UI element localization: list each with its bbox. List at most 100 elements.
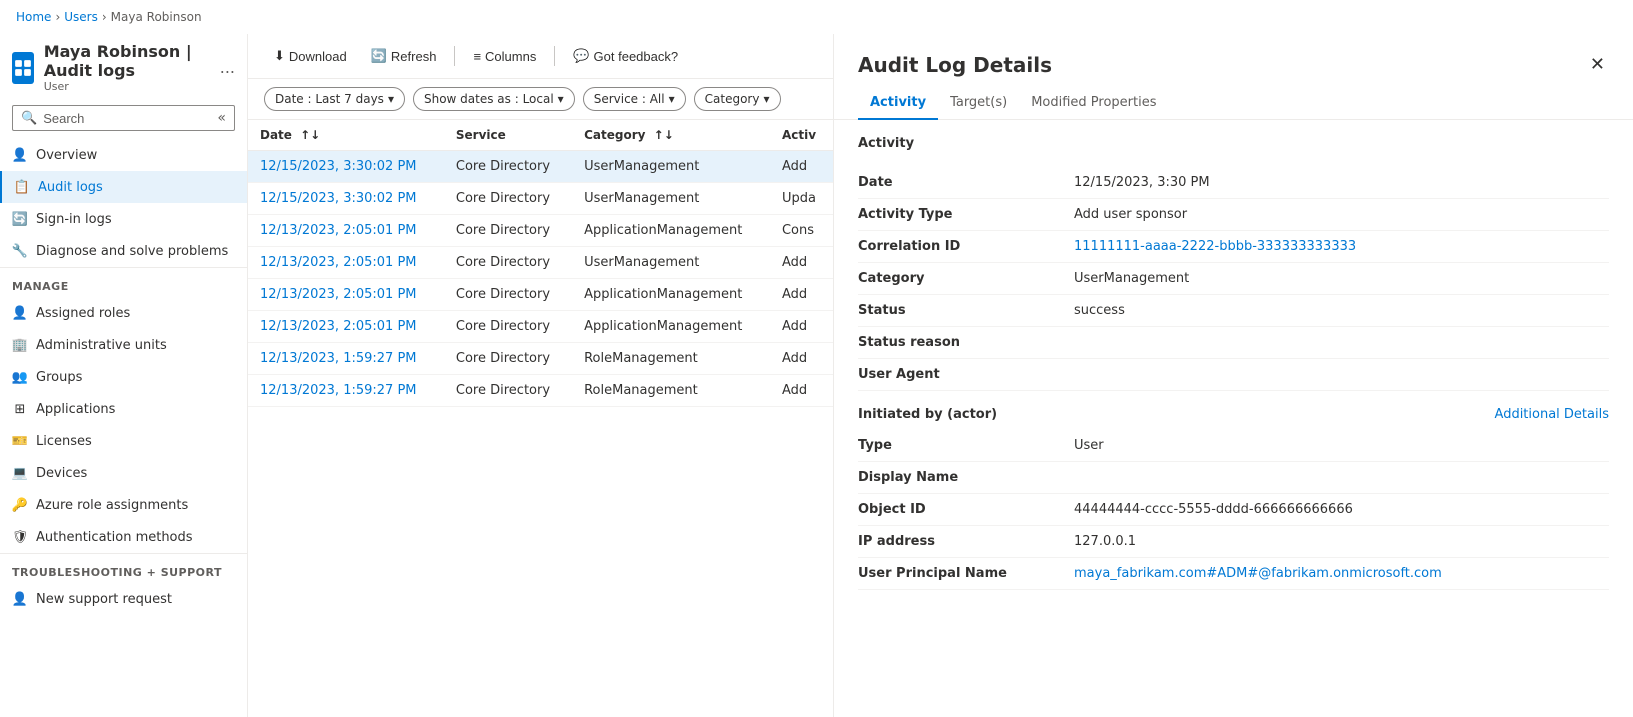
filter-service[interactable]: Service : All ▾ bbox=[583, 87, 686, 111]
columns-label: Columns bbox=[485, 49, 536, 64]
detail-category-label: Category bbox=[858, 271, 1058, 286]
detail-correlation-id-label: Correlation ID bbox=[858, 239, 1058, 254]
nav-item-overview[interactable]: 👤 Overview bbox=[0, 139, 247, 171]
search-input[interactable] bbox=[43, 111, 211, 126]
nav-label-sign-in-logs: Sign-in logs bbox=[36, 212, 112, 227]
refresh-icon: 🔄 bbox=[371, 48, 387, 64]
cell-date: 12/15/2023, 3:30:02 PM bbox=[248, 183, 444, 215]
detail-date: Date 12/15/2023, 3:30 PM bbox=[858, 167, 1609, 199]
nav-label-devices: Devices bbox=[36, 466, 87, 481]
cell-service: Core Directory bbox=[444, 151, 572, 183]
cell-category: UserManagement bbox=[572, 247, 770, 279]
breadcrumb-users[interactable]: Users bbox=[64, 10, 98, 24]
breadcrumb-home[interactable]: Home bbox=[16, 10, 51, 24]
sidebar-header: Maya Robinson | Audit logs User ... bbox=[0, 34, 247, 97]
signin-icon: 🔄 bbox=[12, 211, 28, 227]
filter-date-chevron: ▾ bbox=[388, 92, 394, 106]
detail-status: Status success bbox=[858, 295, 1609, 327]
apps-icon: ⊞ bbox=[12, 401, 28, 417]
table-row[interactable]: 12/13/2023, 1:59:27 PM Core Directory Ro… bbox=[248, 375, 833, 407]
groups-icon: 👥 bbox=[12, 369, 28, 385]
nav-label-admin-units: Administrative units bbox=[36, 338, 167, 353]
columns-button[interactable]: ≡ Columns bbox=[463, 43, 546, 70]
sidebar-more-options[interactable]: ... bbox=[220, 58, 235, 77]
actor-upn-value[interactable]: maya_fabrikam.com#ADM#@fabrikam.onmicros… bbox=[1074, 566, 1609, 581]
nav-item-sign-in-logs[interactable]: 🔄 Sign-in logs bbox=[0, 203, 247, 235]
refresh-button[interactable]: 🔄 Refresh bbox=[361, 42, 447, 70]
wrench-icon: 🔧 bbox=[12, 243, 28, 259]
col-service[interactable]: Service bbox=[444, 120, 572, 151]
filter-date[interactable]: Date : Last 7 days ▾ bbox=[264, 87, 405, 111]
table-row[interactable]: 12/15/2023, 3:30:02 PM Core Directory Us… bbox=[248, 183, 833, 215]
detail-category-value: UserManagement bbox=[1074, 271, 1609, 286]
detail-correlation-id-value[interactable]: 11111111-aaaa-2222-bbbb-333333333333 bbox=[1074, 239, 1609, 254]
cell-date: 12/13/2023, 2:05:01 PM bbox=[248, 279, 444, 311]
tab-modified-properties[interactable]: Modified Properties bbox=[1019, 87, 1168, 120]
nav-item-new-support[interactable]: 👤 New support request bbox=[0, 583, 247, 615]
filter-show-dates[interactable]: Show dates as : Local ▾ bbox=[413, 87, 575, 111]
detail-status-label: Status bbox=[858, 303, 1058, 318]
detail-category: Category UserManagement bbox=[858, 263, 1609, 295]
cell-category: RoleManagement bbox=[572, 375, 770, 407]
devices-icon: 💻 bbox=[12, 465, 28, 481]
cell-activity: Add bbox=[770, 279, 833, 311]
tab-activity[interactable]: Activity bbox=[858, 87, 938, 120]
cell-activity: Add bbox=[770, 343, 833, 375]
breadcrumb-current: Maya Robinson bbox=[111, 10, 202, 24]
nav-label-licenses: Licenses bbox=[36, 434, 92, 449]
table-row[interactable]: 12/13/2023, 2:05:01 PM Core Directory Ap… bbox=[248, 279, 833, 311]
nav-item-applications[interactable]: ⊞ Applications bbox=[0, 393, 247, 425]
nav-label-audit-logs: Audit logs bbox=[38, 180, 103, 195]
actor-display-name-label: Display Name bbox=[858, 470, 1058, 485]
search-box[interactable]: 🔍 « bbox=[12, 105, 235, 131]
nav-item-devices[interactable]: 💻 Devices bbox=[0, 457, 247, 489]
nav-label-assigned-roles: Assigned roles bbox=[36, 306, 130, 321]
role-icon: 👤 bbox=[12, 305, 28, 321]
cell-activity: Cons bbox=[770, 215, 833, 247]
nav-item-admin-units[interactable]: 🏢 Administrative units bbox=[0, 329, 247, 361]
support-section-label: Troubleshooting + Support bbox=[0, 553, 247, 583]
filter-category-label: Category bbox=[705, 92, 760, 106]
toolbar-divider-2 bbox=[554, 46, 555, 66]
nav-item-licenses[interactable]: 🎫 Licenses bbox=[0, 425, 247, 457]
table-row[interactable]: 12/13/2023, 2:05:01 PM Core Directory Ap… bbox=[248, 311, 833, 343]
table-row[interactable]: 12/13/2023, 2:05:01 PM Core Directory Ap… bbox=[248, 215, 833, 247]
cell-category: UserManagement bbox=[572, 151, 770, 183]
sidebar-title-block: Maya Robinson | Audit logs User bbox=[44, 42, 210, 93]
detail-status-reason-label: Status reason bbox=[858, 335, 1058, 350]
cell-service: Core Directory bbox=[444, 343, 572, 375]
table-row[interactable]: 12/15/2023, 3:30:02 PM Core Directory Us… bbox=[248, 151, 833, 183]
collapse-icon[interactable]: « bbox=[217, 110, 226, 126]
cell-activity: Add bbox=[770, 247, 833, 279]
nav-item-groups[interactable]: 👥 Groups bbox=[0, 361, 247, 393]
table-row[interactable]: 12/13/2023, 2:05:01 PM Core Directory Us… bbox=[248, 247, 833, 279]
actor-ip-address: IP address 127.0.0.1 bbox=[858, 526, 1609, 558]
actor-upn-label: User Principal Name bbox=[858, 566, 1058, 581]
nav-item-auth-methods[interactable]: 🛡 Authentication methods bbox=[0, 521, 247, 553]
detail-date-label: Date bbox=[858, 175, 1058, 190]
download-button[interactable]: ⬇ Download bbox=[264, 42, 357, 70]
nav-item-assigned-roles[interactable]: 👤 Assigned roles bbox=[0, 297, 247, 329]
close-panel-button[interactable]: ✕ bbox=[1586, 50, 1609, 79]
table-row[interactable]: 12/13/2023, 1:59:27 PM Core Directory Ro… bbox=[248, 343, 833, 375]
col-date[interactable]: Date ↑↓ bbox=[248, 120, 444, 151]
feedback-label: Got feedback? bbox=[594, 49, 679, 64]
cell-service: Core Directory bbox=[444, 375, 572, 407]
admin-icon: 🏢 bbox=[12, 337, 28, 353]
nav-item-azure-roles[interactable]: 🔑 Azure role assignments bbox=[0, 489, 247, 521]
detail-user-agent-label: User Agent bbox=[858, 367, 1058, 382]
tab-targets[interactable]: Target(s) bbox=[938, 87, 1019, 120]
filter-category[interactable]: Category ▾ bbox=[694, 87, 781, 111]
actor-object-id: Object ID 44444444-cccc-5555-dddd-666666… bbox=[858, 494, 1609, 526]
nav-item-diagnose[interactable]: 🔧 Diagnose and solve problems bbox=[0, 235, 247, 267]
nav-label-groups: Groups bbox=[36, 370, 82, 385]
feedback-button[interactable]: 💬 Got feedback? bbox=[563, 42, 688, 70]
audit-table: Date ↑↓ Service Category ↑↓ Activ 12/15/… bbox=[248, 120, 833, 407]
col-category[interactable]: Category ↑↓ bbox=[572, 120, 770, 151]
col-activity[interactable]: Activ bbox=[770, 120, 833, 151]
breadcrumb: Home › Users › Maya Robinson bbox=[0, 0, 1633, 34]
panel-tabs: Activity Target(s) Modified Properties bbox=[834, 87, 1633, 120]
additional-details-link[interactable]: Additional Details bbox=[1495, 407, 1609, 422]
nav-item-audit-logs[interactable]: 📋 Audit logs bbox=[0, 171, 247, 203]
cell-category: ApplicationManagement bbox=[572, 279, 770, 311]
